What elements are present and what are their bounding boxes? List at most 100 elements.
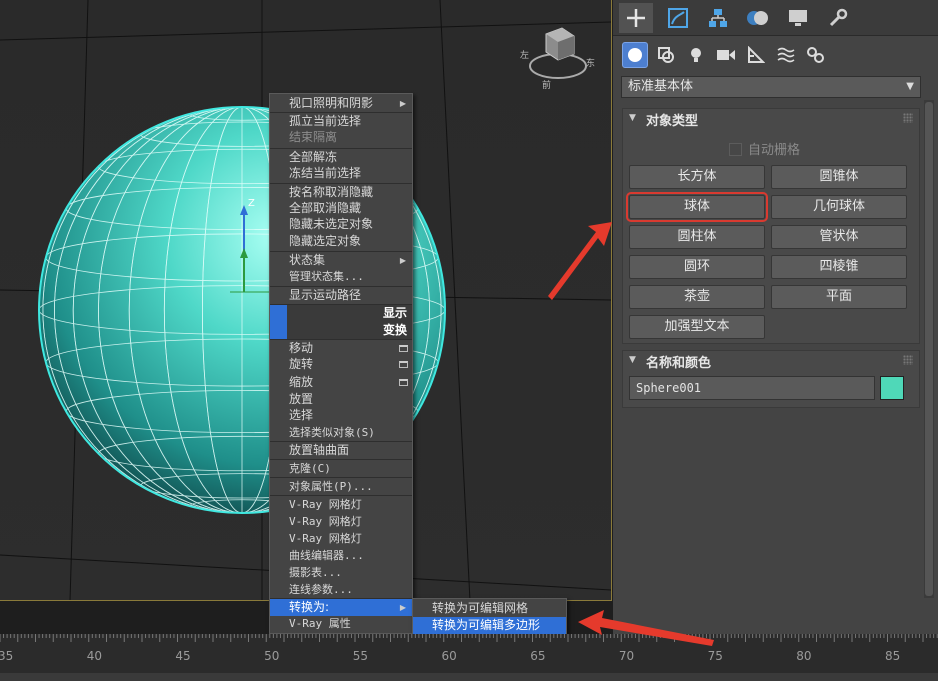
menu-item[interactable]: 摄影表... — [270, 564, 412, 581]
quad-marker — [270, 305, 287, 322]
viewcube[interactable]: 左 前 东 — [518, 20, 598, 91]
object-color-swatch[interactable] — [880, 376, 904, 400]
tick-label: 85 — [885, 649, 901, 663]
menu-item-label: 克隆(C) — [289, 462, 331, 475]
category-lights[interactable] — [683, 42, 709, 68]
primitive-button[interactable]: 球体 — [626, 192, 768, 222]
create-tab[interactable] — [619, 3, 653, 33]
menu-item[interactable]: V-Ray 网格灯 — [270, 496, 412, 513]
viewcube-front-label: 前 — [542, 81, 552, 91]
object-type-header[interactable]: ▼ 对象类型 — [623, 109, 919, 129]
category-space-warps[interactable] — [773, 42, 799, 68]
object-type-rollout: ▼ 对象类型 自动栅格 长方体 圆锥体 球体 几何球体 圆柱体 管状体 圆环 四棱锥 茶壶 平面加… — [622, 108, 920, 344]
object-name-input[interactable]: Sphere001 — [629, 376, 875, 400]
menu-item[interactable]: 旋转 — [270, 356, 412, 373]
category-systems[interactable] — [803, 42, 829, 68]
category-shapes[interactable] — [653, 42, 679, 68]
menu-item-label: 隐藏选定对象 — [289, 234, 362, 248]
category-geometry[interactable] — [622, 42, 648, 68]
modify-tab[interactable] — [661, 3, 695, 33]
primitive-button[interactable]: 加强型文本 — [629, 315, 765, 339]
quad-header-label: 显示 — [382, 306, 407, 320]
name-color-title: 名称和颜色 — [646, 356, 712, 371]
menu-item[interactable]: 显示运动路径 — [270, 287, 412, 304]
menu-item[interactable]: 管理状态集... — [270, 268, 412, 285]
menu-item[interactable]: 隐藏未选定对象 — [270, 216, 412, 233]
primitive-button[interactable]: 几何球体 — [771, 195, 907, 219]
tick-label: 50 — [264, 649, 280, 663]
name-color-header[interactable]: ▼ 名称和颜色 — [623, 351, 919, 371]
settings-box-icon[interactable] — [399, 345, 408, 352]
menu-item-label: 孤立当前选择 — [289, 114, 362, 128]
submenu-arrow-icon: ▶ — [399, 256, 406, 265]
plus-icon — [627, 9, 645, 27]
menu-item[interactable]: 曲线编辑器... — [270, 547, 412, 564]
hierarchy-tab[interactable] — [701, 3, 735, 33]
settings-box-icon[interactable] — [399, 379, 408, 386]
menu-item-label: 对象属性(P)... — [289, 480, 373, 493]
drag-grip-icon — [903, 113, 913, 123]
command-panel-scrollbar[interactable] — [924, 100, 934, 598]
menu-item[interactable]: 转换为: ▶ — [270, 599, 412, 616]
submenu-arrow-icon: ▶ — [399, 603, 406, 612]
category-helpers[interactable] — [743, 42, 769, 68]
timeline[interactable]: 35 40 45 50 55 60 65 70 75 80 85 — [0, 634, 938, 681]
primitive-button[interactable]: 平面 — [771, 285, 907, 309]
hierarchy-icon — [709, 9, 727, 27]
menu-item[interactable]: V-Ray 网格灯 — [270, 530, 412, 547]
primitive-button[interactable]: 长方体 — [629, 165, 765, 189]
primitive-type-dropdown[interactable]: 标准基本体 ▼ — [621, 76, 921, 98]
display-tab[interactable] — [781, 3, 815, 33]
menu-item-label: 选择 — [289, 408, 314, 422]
submenu-item[interactable]: 转换为可编辑多边形 — [413, 617, 566, 634]
menu-item[interactable]: 放置轴曲面 — [270, 442, 412, 459]
motion-tab[interactable] — [741, 3, 775, 33]
menu-item[interactable]: 移动 — [270, 340, 412, 357]
autogrid-checkbox[interactable]: 自动栅格 — [729, 139, 800, 158]
scrollbar-thumb[interactable] — [925, 102, 933, 596]
primitive-button[interactable]: 圆柱体 — [629, 225, 765, 249]
viewcube-left-label: 左 — [520, 51, 530, 61]
menu-item[interactable]: 选择 — [270, 407, 412, 424]
tick-label: 40 — [86, 649, 102, 663]
menu-item[interactable]: 全部取消隐藏 — [270, 200, 412, 217]
menu-item[interactable]: 状态集 ▶ — [270, 252, 412, 269]
menu-item[interactable]: 连线参数... — [270, 581, 412, 598]
menu-item[interactable]: 按名称取消隐藏 — [270, 184, 412, 201]
menu-item[interactable]: 冻结当前选择 — [270, 165, 412, 182]
collapse-triangle-icon: ▼ — [629, 113, 636, 123]
menu-item[interactable]: 对象属性(P)... — [270, 478, 412, 495]
primitive-button[interactable]: 管状体 — [771, 225, 907, 249]
menu-item-label: 隐藏未选定对象 — [289, 217, 374, 231]
menu-item[interactable]: 全部解冻 — [270, 149, 412, 166]
menu-item[interactable]: 隐藏选定对象 — [270, 233, 412, 250]
settings-box-icon[interactable] — [399, 361, 408, 368]
menu-item[interactable]: 克隆(C) — [270, 460, 412, 477]
primitive-button[interactable]: 圆锥体 — [771, 165, 907, 189]
menu-item[interactable]: 选择类似对象(S) — [270, 424, 412, 441]
quad-header: 变换 — [270, 322, 412, 339]
menu-item-label: 转换为: — [289, 600, 330, 614]
tick-label: 45 — [175, 649, 191, 663]
menu-item[interactable]: 结束隔离 — [270, 129, 412, 146]
gizmo-z-label: Z — [248, 198, 255, 209]
submenu-item[interactable]: 转换为可编辑网格 — [413, 600, 566, 617]
menu-item[interactable]: 缩放 — [270, 374, 412, 391]
utilities-tab[interactable] — [821, 3, 855, 33]
primitive-button[interactable]: 茶壶 — [629, 285, 765, 309]
category-cameras[interactable] — [713, 42, 739, 68]
menu-item[interactable]: 孤立当前选择 — [270, 113, 412, 130]
autogrid-label: 自动栅格 — [748, 143, 801, 158]
primitive-button[interactable]: 四棱锥 — [771, 255, 907, 279]
menu-item[interactable]: 视口照明和阴影 ▶ — [270, 95, 412, 112]
lights-icon — [691, 48, 701, 62]
primitive-button[interactable]: 圆环 — [629, 255, 765, 279]
menu-item-label: V-Ray 网格灯 — [289, 532, 362, 545]
tick-label: 65 — [530, 649, 546, 663]
space-warps-icon — [777, 47, 795, 63]
collapse-triangle-icon: ▼ — [629, 355, 636, 365]
geometry-icon — [628, 48, 642, 62]
menu-item[interactable]: 放置 — [270, 391, 412, 408]
menu-item[interactable]: V-Ray 网格灯 — [270, 513, 412, 530]
menu-item[interactable]: V-Ray 属性 — [270, 615, 412, 632]
